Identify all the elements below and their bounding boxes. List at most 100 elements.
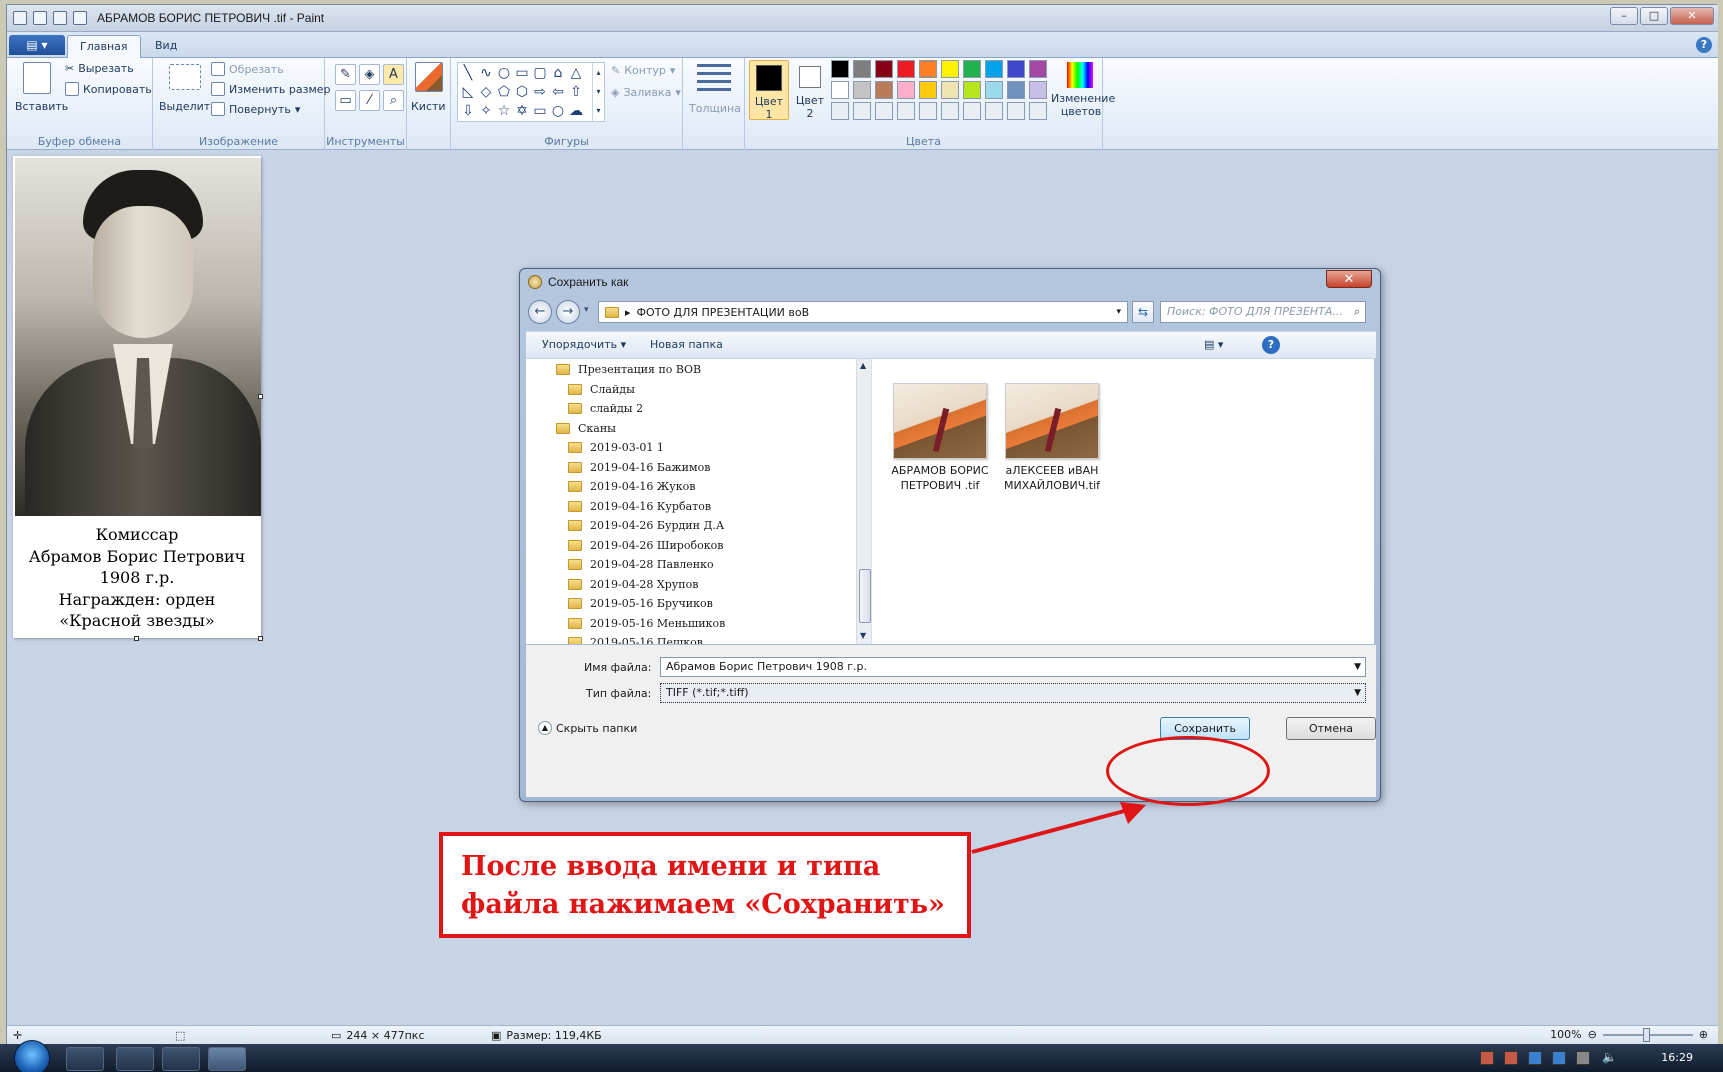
rounded-rect-shape-icon[interactable]: ▢: [532, 65, 548, 81]
tree-scroll-thumb[interactable]: [859, 569, 871, 623]
brushes-button[interactable]: Кисти: [411, 100, 446, 113]
palette-swatch[interactable]: [875, 60, 893, 78]
polygon-shape-icon[interactable]: ⌂: [550, 65, 566, 81]
crop-button[interactable]: Обрезать: [211, 62, 284, 76]
zoom-slider-thumb[interactable]: [1642, 1027, 1650, 1042]
minimize-button[interactable]: –: [1610, 7, 1638, 25]
palette-swatch[interactable]: [1007, 60, 1025, 78]
zoom-out-icon[interactable]: ⊖: [1588, 1028, 1597, 1041]
rotate-button[interactable]: Повернуть ▾: [211, 102, 300, 116]
folder-tree-item[interactable]: Презентация по ВОВ: [556, 363, 701, 376]
paint-app-icon[interactable]: [13, 11, 27, 25]
copy-button[interactable]: Копировать: [65, 82, 152, 96]
custom-color-slot[interactable]: [875, 102, 893, 120]
custom-color-slot[interactable]: [853, 102, 871, 120]
tab-home[interactable]: Главная: [67, 35, 141, 58]
zoom-in-icon[interactable]: ⊕: [1699, 1028, 1708, 1041]
redo-icon[interactable]: [73, 11, 87, 25]
taskbar-clock[interactable]: 16:29: [1661, 1051, 1693, 1064]
palette-swatch[interactable]: [963, 81, 981, 99]
folder-tree-item[interactable]: 2019-05-16 Меньшиков: [568, 617, 725, 630]
palette-swatch[interactable]: [1029, 81, 1047, 99]
filetype-select[interactable]: TIFF (*.tif;*.tiff) ▼: [660, 683, 1366, 703]
address-dropdown-icon[interactable]: ▾: [1116, 307, 1121, 317]
scroll-up-icon[interactable]: ▲: [860, 361, 866, 370]
curve-shape-icon[interactable]: ∿: [478, 65, 494, 81]
palette-swatch[interactable]: [853, 81, 871, 99]
size-button[interactable]: Толщина: [689, 102, 741, 115]
start-button[interactable]: [14, 1040, 50, 1072]
edit-colors-button[interactable]: Изменение цветов: [1051, 62, 1115, 122]
palette-swatch[interactable]: [919, 60, 937, 78]
folder-tree-item[interactable]: Сканы: [556, 422, 616, 435]
resize-button[interactable]: Изменить размер: [211, 82, 331, 96]
image-canvas[interactable]: Комиссар Абрамов Борис Петрович 1908 г.р…: [13, 156, 263, 641]
dialog-close-button[interactable]: ✕: [1326, 270, 1372, 288]
select-button[interactable]: Выделить: [159, 100, 217, 113]
address-bar[interactable]: ▸ ФОТО ДЛЯ ПРЕЗЕНТАЦИИ воВ ▾: [598, 301, 1128, 323]
custom-color-slot[interactable]: [897, 102, 915, 120]
palette-swatch[interactable]: [919, 81, 937, 99]
eraser-icon[interactable]: ▭: [335, 90, 356, 111]
shapes-scroll[interactable]: ▴ ▾ ▾: [592, 63, 604, 121]
palette-swatch[interactable]: [853, 60, 871, 78]
cancel-button[interactable]: Отмена: [1286, 717, 1376, 740]
search-input[interactable]: Поиск: ФОТО ДЛЯ ПРЕЗЕНТА... ⌕: [1160, 301, 1366, 323]
custom-color-slot[interactable]: [963, 102, 981, 120]
resize-handle-bottom[interactable]: [134, 636, 139, 641]
custom-color-slot[interactable]: [985, 102, 1003, 120]
right-arrow-shape-icon[interactable]: ⇨: [532, 84, 548, 100]
folder-tree-item[interactable]: 2019-04-28 Павленко: [568, 558, 714, 571]
filetype-dropdown-icon[interactable]: ▼: [1354, 684, 1361, 702]
callout-rect-shape-icon[interactable]: ▭: [532, 103, 548, 119]
undo-icon[interactable]: [53, 11, 67, 25]
palette-swatch[interactable]: [1007, 81, 1025, 99]
filename-input[interactable]: Абрамов Борис Петрович 1908 г.р. ▼: [660, 657, 1366, 677]
magnifier-icon[interactable]: ⌕: [383, 90, 404, 111]
folder-tree-item[interactable]: 2019-04-26 Широбоков: [568, 539, 723, 552]
pdf-taskbar-icon[interactable]: [116, 1047, 154, 1071]
outline-button[interactable]: ✎ Контур ▾: [611, 64, 675, 77]
forward-arrow-icon[interactable]: →: [556, 300, 580, 324]
breadcrumb-arrow-icon[interactable]: ▸: [625, 306, 631, 319]
back-arrow-icon[interactable]: ←: [528, 300, 552, 324]
zoom-slider[interactable]: [1602, 1027, 1693, 1042]
cut-button[interactable]: ✂ Вырезать: [65, 62, 134, 75]
custom-color-slot[interactable]: [919, 102, 937, 120]
tray-icon-1[interactable]: [1480, 1051, 1494, 1065]
five-star-shape-icon[interactable]: ☆: [496, 103, 512, 119]
palette-swatch[interactable]: [897, 81, 915, 99]
tray-icon-4[interactable]: [1552, 1051, 1566, 1065]
network-icon[interactable]: [1576, 1051, 1590, 1065]
color1-button[interactable]: Цвет 1: [749, 60, 789, 121]
explorer-taskbar-icon[interactable]: [66, 1047, 104, 1071]
refresh-icon[interactable]: ⇆: [1132, 301, 1154, 323]
folder-tree-item[interactable]: 2019-04-16 Курбатов: [568, 500, 711, 513]
rectangle-shape-icon[interactable]: ▭: [514, 65, 530, 81]
help-icon[interactable]: ?: [1696, 37, 1712, 53]
diamond-shape-icon[interactable]: ◇: [478, 84, 494, 100]
callout-cloud-shape-icon[interactable]: ☁: [568, 103, 584, 119]
palette-swatch[interactable]: [897, 60, 915, 78]
pentagon-shape-icon[interactable]: ⬠: [496, 84, 512, 100]
history-chevron-icon[interactable]: ▾: [584, 305, 589, 315]
palette-swatch[interactable]: [831, 81, 849, 99]
paint-menu-button[interactable]: ▤ ▾: [9, 35, 65, 55]
custom-color-slot[interactable]: [1007, 102, 1025, 120]
palette-swatch[interactable]: [985, 81, 1003, 99]
folder-tree-item[interactable]: 2019-04-28 Хрупов: [568, 578, 698, 591]
file-item-alekseev[interactable]: аЛЕКСЕЕВ иВАН МИХАЙЛОВИЧ.tif: [1000, 383, 1104, 493]
tray-icon-2[interactable]: [1504, 1051, 1518, 1065]
right-triangle-shape-icon[interactable]: ◺: [460, 84, 476, 100]
folder-tree-item[interactable]: 2019-04-16 Бажимов: [568, 461, 710, 474]
callout-oval-shape-icon[interactable]: ○: [550, 103, 566, 119]
custom-color-slot[interactable]: [831, 102, 849, 120]
new-folder-button[interactable]: Новая папка: [650, 338, 723, 351]
volume-icon[interactable]: 🔈: [1602, 1050, 1617, 1064]
file-item-abramov[interactable]: АБРАМОВ БОРИС ПЕТРОВИЧ .tif: [888, 383, 992, 493]
dialog-help-icon[interactable]: ?: [1262, 336, 1280, 354]
palette-swatch[interactable]: [985, 60, 1003, 78]
tray-icon-3[interactable]: [1528, 1051, 1542, 1065]
palette-swatch[interactable]: [941, 60, 959, 78]
palette-swatch[interactable]: [831, 60, 849, 78]
